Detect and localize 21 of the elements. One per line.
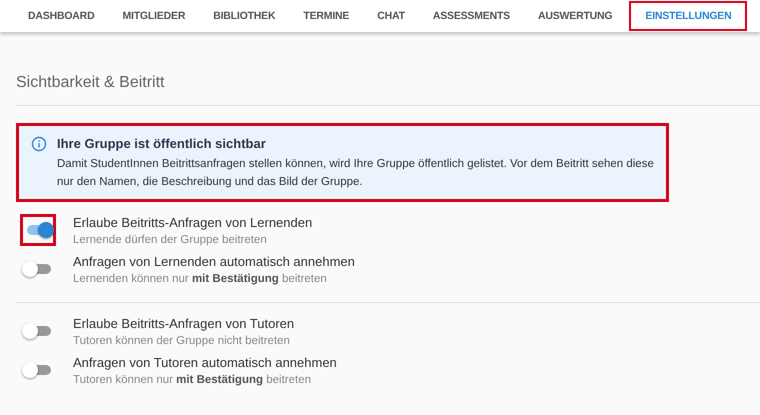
notice-title: Ihre Gruppe ist öffentlich sichtbar <box>57 136 267 151</box>
setting-label: Erlaube Beitritts-Anfragen von Tutoren <box>73 316 294 330</box>
notice-text: Damit StudentInnen Beitrittsanfragen stellen können, wird Ihre Gruppe öffentlich gelistet. Vor dem Beitritt sehen diese nur den Namen, die Beschreibung und das Bild der Gruppe. <box>57 157 655 190</box>
tab[interactable]: ASSESSMENTS <box>422 1 521 31</box>
tab[interactable]: EINSTELLUNGEN <box>629 1 748 31</box>
setting-label: Anfragen von Tutoren automatisch annehmen <box>73 354 337 370</box>
setting-hint: Tutoren können der Gruppe nicht beitreten <box>73 334 291 346</box>
setting-label: Erlaube Beitritts-Anfragen von Lernenden <box>73 214 312 230</box>
section-title: Sichtbarkeit & Beitritt <box>16 74 760 106</box>
tab[interactable]: BIBLIOTHEK <box>202 1 286 31</box>
setting-hint: Lernende dürfen der Gruppe beitreten <box>73 234 268 246</box>
setting-hint: Lernenden können nur mit Bestätigung beitreten <box>73 272 328 284</box>
setting-hint: Tutoren können nur mit Bestätigung beitreten <box>73 374 312 386</box>
tab[interactable]: DASHBOARD <box>17 1 106 31</box>
setting-label: Anfragen von Lernenden automatisch annehmen <box>73 254 355 268</box>
tab[interactable]: MITGLIEDER <box>111 1 196 31</box>
tab[interactable]: TERMINE <box>292 1 360 31</box>
tab[interactable]: CHAT <box>366 1 416 31</box>
tab[interactable]: AUSWERTUNG <box>526 1 624 31</box>
toggle-switch[interactable] <box>20 214 56 246</box>
info-icon <box>31 136 47 152</box>
